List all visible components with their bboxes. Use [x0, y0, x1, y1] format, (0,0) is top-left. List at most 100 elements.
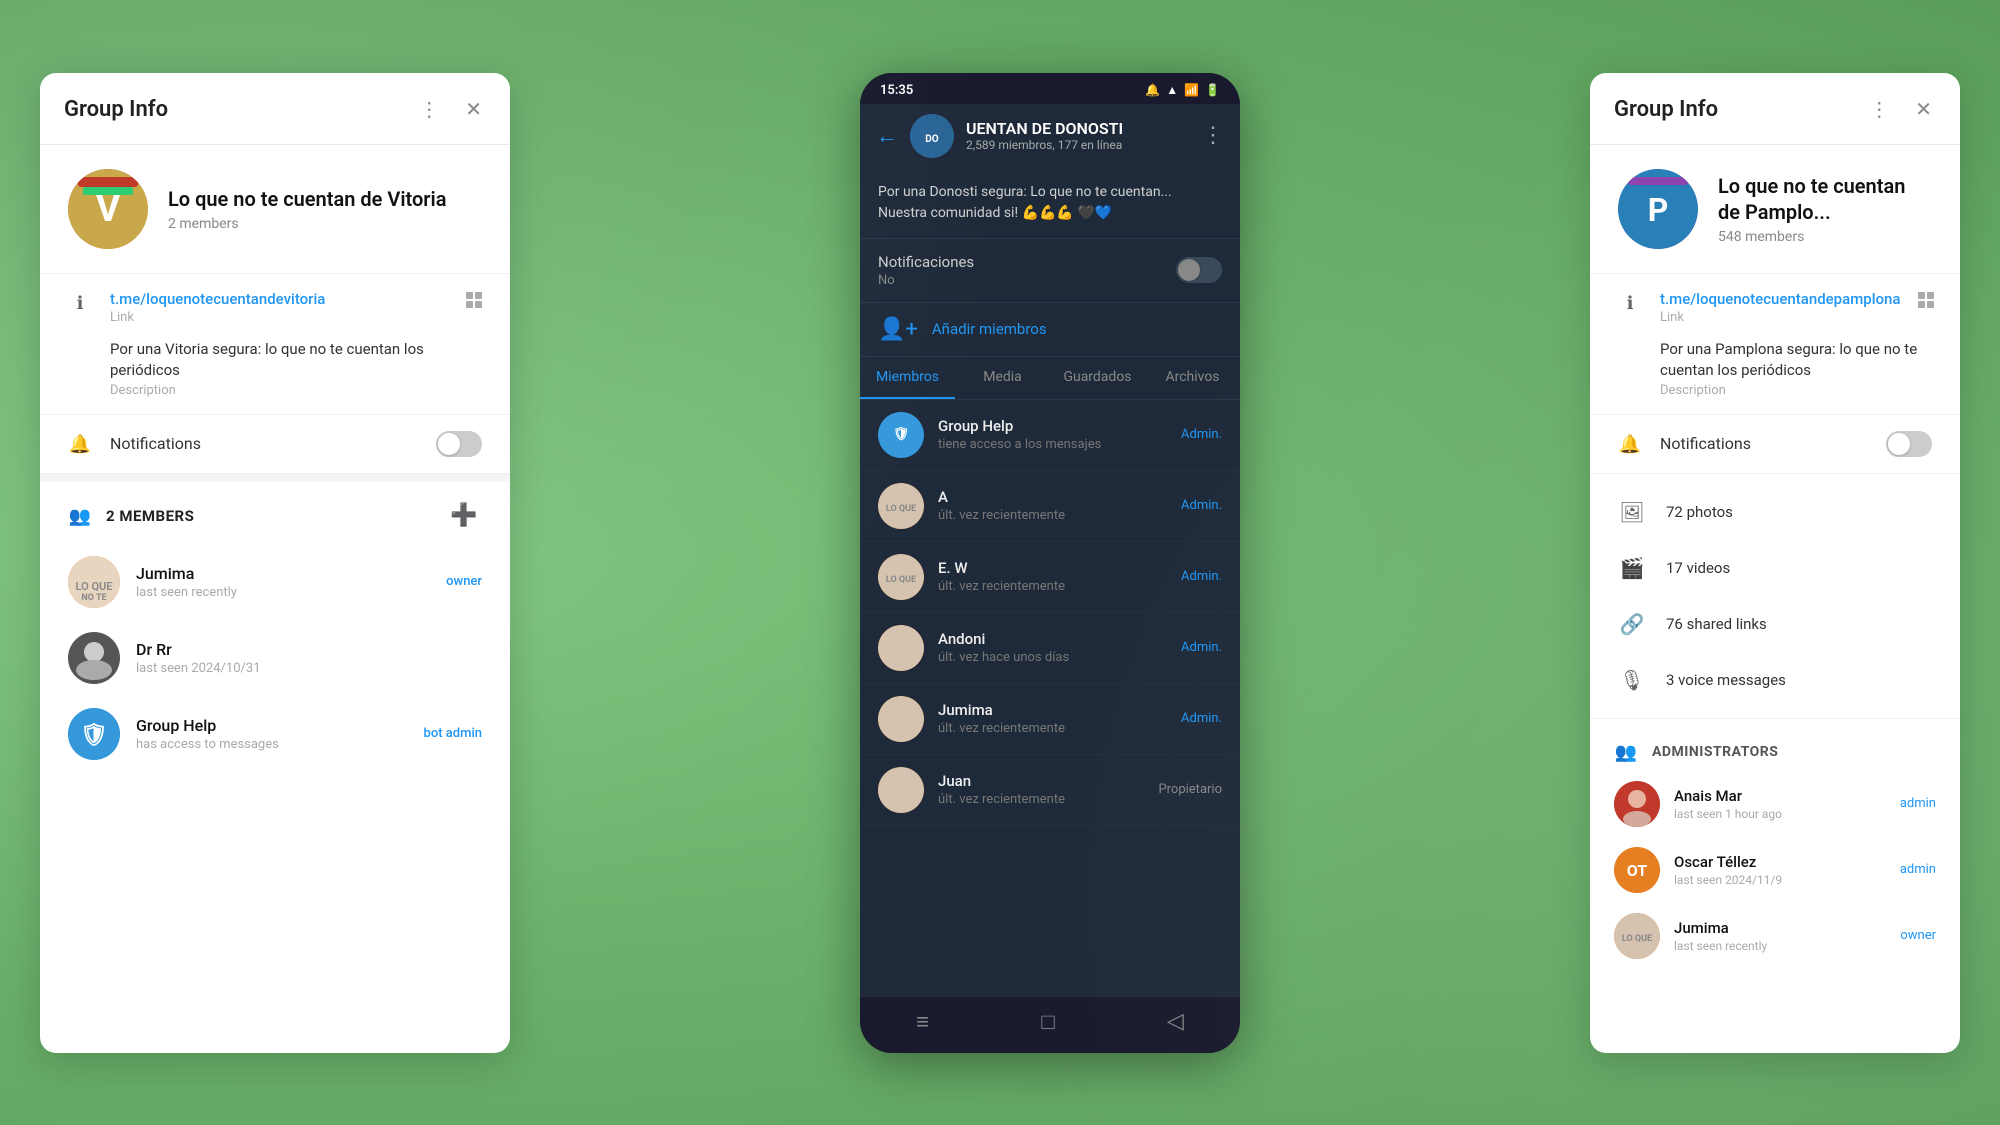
tab-media[interactable]: Media	[955, 357, 1050, 399]
left-link-content: t.me/loquenotecuentandevitoria Link	[110, 290, 448, 325]
phone-notif-label: Notificaciones	[878, 253, 974, 271]
videos-count: 17 videos	[1666, 559, 1730, 577]
phone-member-3[interactable]: Andoni últ. vez hace unos días Admin.	[860, 613, 1240, 684]
notification-icon: 🔔	[1145, 83, 1160, 97]
phone-notif-value: No	[878, 273, 974, 288]
tab-archivos[interactable]: Archivos	[1145, 357, 1240, 399]
member-status-2: has access to messages	[136, 737, 408, 752]
tab-miembros[interactable]: Miembros	[860, 357, 955, 399]
member-row-1[interactable]: Dr Rr last seen 2024/10/31	[40, 620, 510, 696]
phone-notif-toggle[interactable]	[1176, 257, 1222, 283]
media-row-links[interactable]: 🔗 76 shared links	[1590, 596, 1960, 652]
right-group-link[interactable]: t.me/loquenotecuentandepamplona	[1660, 290, 1900, 308]
close-button[interactable]: ✕	[461, 93, 486, 126]
back-button[interactable]: ←	[876, 123, 898, 149]
media-row-videos[interactable]: 🎬 17 videos	[1590, 540, 1960, 596]
phone-member-avatar-0: 🛡	[878, 412, 924, 458]
left-panel-header: Group Info ⋮ ✕	[40, 73, 510, 145]
admin-row-0[interactable]: Anais Mar last seen 1 hour ago admin	[1590, 771, 1960, 837]
qr-dot-4	[475, 301, 482, 308]
left-notifications-row: 🔔 Notifications	[40, 415, 510, 474]
member-row-2[interactable]: 🛡 Group Help has access to messages bot …	[40, 696, 510, 772]
phone-member-status-1: últ. vez recientemente	[938, 508, 1167, 523]
add-members-row[interactable]: 👤+ Añadir miembros	[860, 303, 1240, 357]
home-icon[interactable]: ≡	[916, 1009, 929, 1035]
left-panel-title: Group Info	[64, 97, 168, 122]
right-notif-toggle[interactable]	[1886, 431, 1932, 457]
member-name-2: Group Help	[136, 716, 408, 735]
more-options-button[interactable]: ⋮	[415, 93, 443, 126]
phone-notif-row: Notificaciones No	[860, 239, 1240, 303]
admin-info-2: Jumima last seen recently	[1674, 919, 1886, 953]
right-more-button[interactable]: ⋮	[1865, 93, 1893, 126]
admins-title: ADMINISTRATORS	[1652, 744, 1778, 760]
phone-member-avatar-1: LO QUE	[878, 483, 924, 529]
member-avatar-1	[68, 632, 120, 684]
phone-member-status-5: últ. vez recientemente	[938, 792, 1144, 807]
phone-member-0[interactable]: 🛡 Group Help tiene acceso a los mensajes…	[860, 400, 1240, 471]
phone-member-status-3: últ. vez hace unos días	[938, 650, 1167, 665]
links-count: 76 shared links	[1666, 615, 1767, 633]
right-link-label: Link	[1660, 310, 1900, 325]
chat-avatar: DO	[910, 114, 954, 158]
status-time: 15:35	[880, 83, 913, 98]
phone-member-avatar-3	[878, 625, 924, 671]
left-panel-actions: ⋮ ✕	[415, 93, 486, 126]
right-desc-content: Por una Pamplona segura: lo que no te cu…	[1660, 339, 1932, 398]
media-row-photos[interactable]: 🖼 72 photos	[1590, 484, 1960, 540]
left-members-header: 👥 2 MEMBERS ➕	[40, 482, 510, 544]
right-group-avatar: P	[1618, 169, 1698, 249]
right-desc-spacer	[1618, 341, 1642, 365]
square-icon[interactable]: □	[1041, 1009, 1054, 1035]
phone-description: Por una Donosti segura: Lo que no te cue…	[860, 168, 1240, 239]
tab-guardados[interactable]: Guardados	[1050, 357, 1145, 399]
left-link-row: ℹ t.me/loquenotecuentandevitoria Link	[68, 290, 482, 325]
right-bell-icon: 🔔	[1618, 433, 1642, 457]
qr-icon[interactable]	[466, 292, 482, 308]
right-qr-icon[interactable]	[1918, 292, 1934, 308]
svg-text:P: P	[1648, 191, 1669, 229]
phone-member-5[interactable]: Juan últ. vez recientemente Propietario	[860, 755, 1240, 826]
right-group-name: Lo que no te cuentan de Pamplо...	[1718, 173, 1932, 225]
voice-icon: 🎙	[1614, 662, 1650, 698]
wifi-icon: 📶	[1184, 83, 1199, 97]
admin-info-0: Anais Mar last seen 1 hour ago	[1674, 787, 1886, 821]
right-close-button[interactable]: ✕	[1911, 93, 1936, 126]
phone-member-1[interactable]: LO QUE A últ. vez recientemente Admin.	[860, 471, 1240, 542]
admin-row-1[interactable]: OT Oscar Téllez last seen 2024/11/9 admi…	[1590, 837, 1960, 903]
left-members-count: 2 MEMBERS	[106, 507, 194, 525]
right-notif-left: 🔔 Notifications	[1618, 431, 1751, 457]
back-nav-icon[interactable]: ◁	[1167, 1009, 1184, 1034]
admin-row-2[interactable]: LO QUE Jumima last seen recently owner	[1590, 903, 1960, 969]
phone-member-info-4: Jumima últ. vez recientemente	[938, 701, 1167, 736]
qr-dot-3	[466, 301, 473, 308]
add-member-button[interactable]: ➕	[446, 498, 482, 534]
member-badge-2: bot admin	[424, 726, 482, 741]
right-toggle-knob	[1888, 433, 1910, 455]
phone-member-2[interactable]: LO QUE E. W últ. vez recientemente Admin…	[860, 542, 1240, 613]
svg-text:LO QUE: LO QUE	[1622, 934, 1652, 944]
phone-member-4[interactable]: Jumima últ. vez recientemente Admin.	[860, 684, 1240, 755]
links-icon: 🔗	[1614, 606, 1650, 642]
admin-badge-1: admin	[1900, 862, 1936, 877]
phone-menu-button[interactable]: ⋮	[1202, 123, 1224, 148]
member-status-0: last seen recently	[136, 585, 430, 600]
left-notif-label: Notifications	[110, 434, 201, 453]
left-group-link[interactable]: t.me/loquenotecuentandevitoria	[110, 290, 448, 308]
chat-info: UENTAN DE DONOSTI 2,589 miembros, 177 en…	[966, 119, 1190, 152]
phone-toggle-knob	[1178, 259, 1200, 281]
phone-group-sub: 2,589 miembros, 177 en línea	[966, 138, 1190, 152]
phone-member-badge-4: Admin.	[1181, 711, 1222, 726]
member-info-0: Jumima last seen recently	[136, 564, 430, 600]
admin-name-2: Jumima	[1674, 919, 1886, 937]
phone-member-avatar-5	[878, 767, 924, 813]
videos-icon: 🎬	[1614, 550, 1650, 586]
media-row-voice[interactable]: 🎙 3 voice messages	[1590, 652, 1960, 708]
admin-badge-2: owner	[1900, 928, 1936, 943]
left-notif-toggle[interactable]	[436, 431, 482, 457]
svg-text:🛡: 🛡	[80, 722, 108, 748]
right-qr-dot-3	[1918, 301, 1925, 308]
phone-member-status-4: últ. vez recientemente	[938, 721, 1167, 736]
right-group-info: Lo que no te cuentan de Pamplо... 548 me…	[1718, 173, 1932, 245]
member-row-0[interactable]: LO QUENO TE Jumima last seen recently ow…	[40, 544, 510, 620]
